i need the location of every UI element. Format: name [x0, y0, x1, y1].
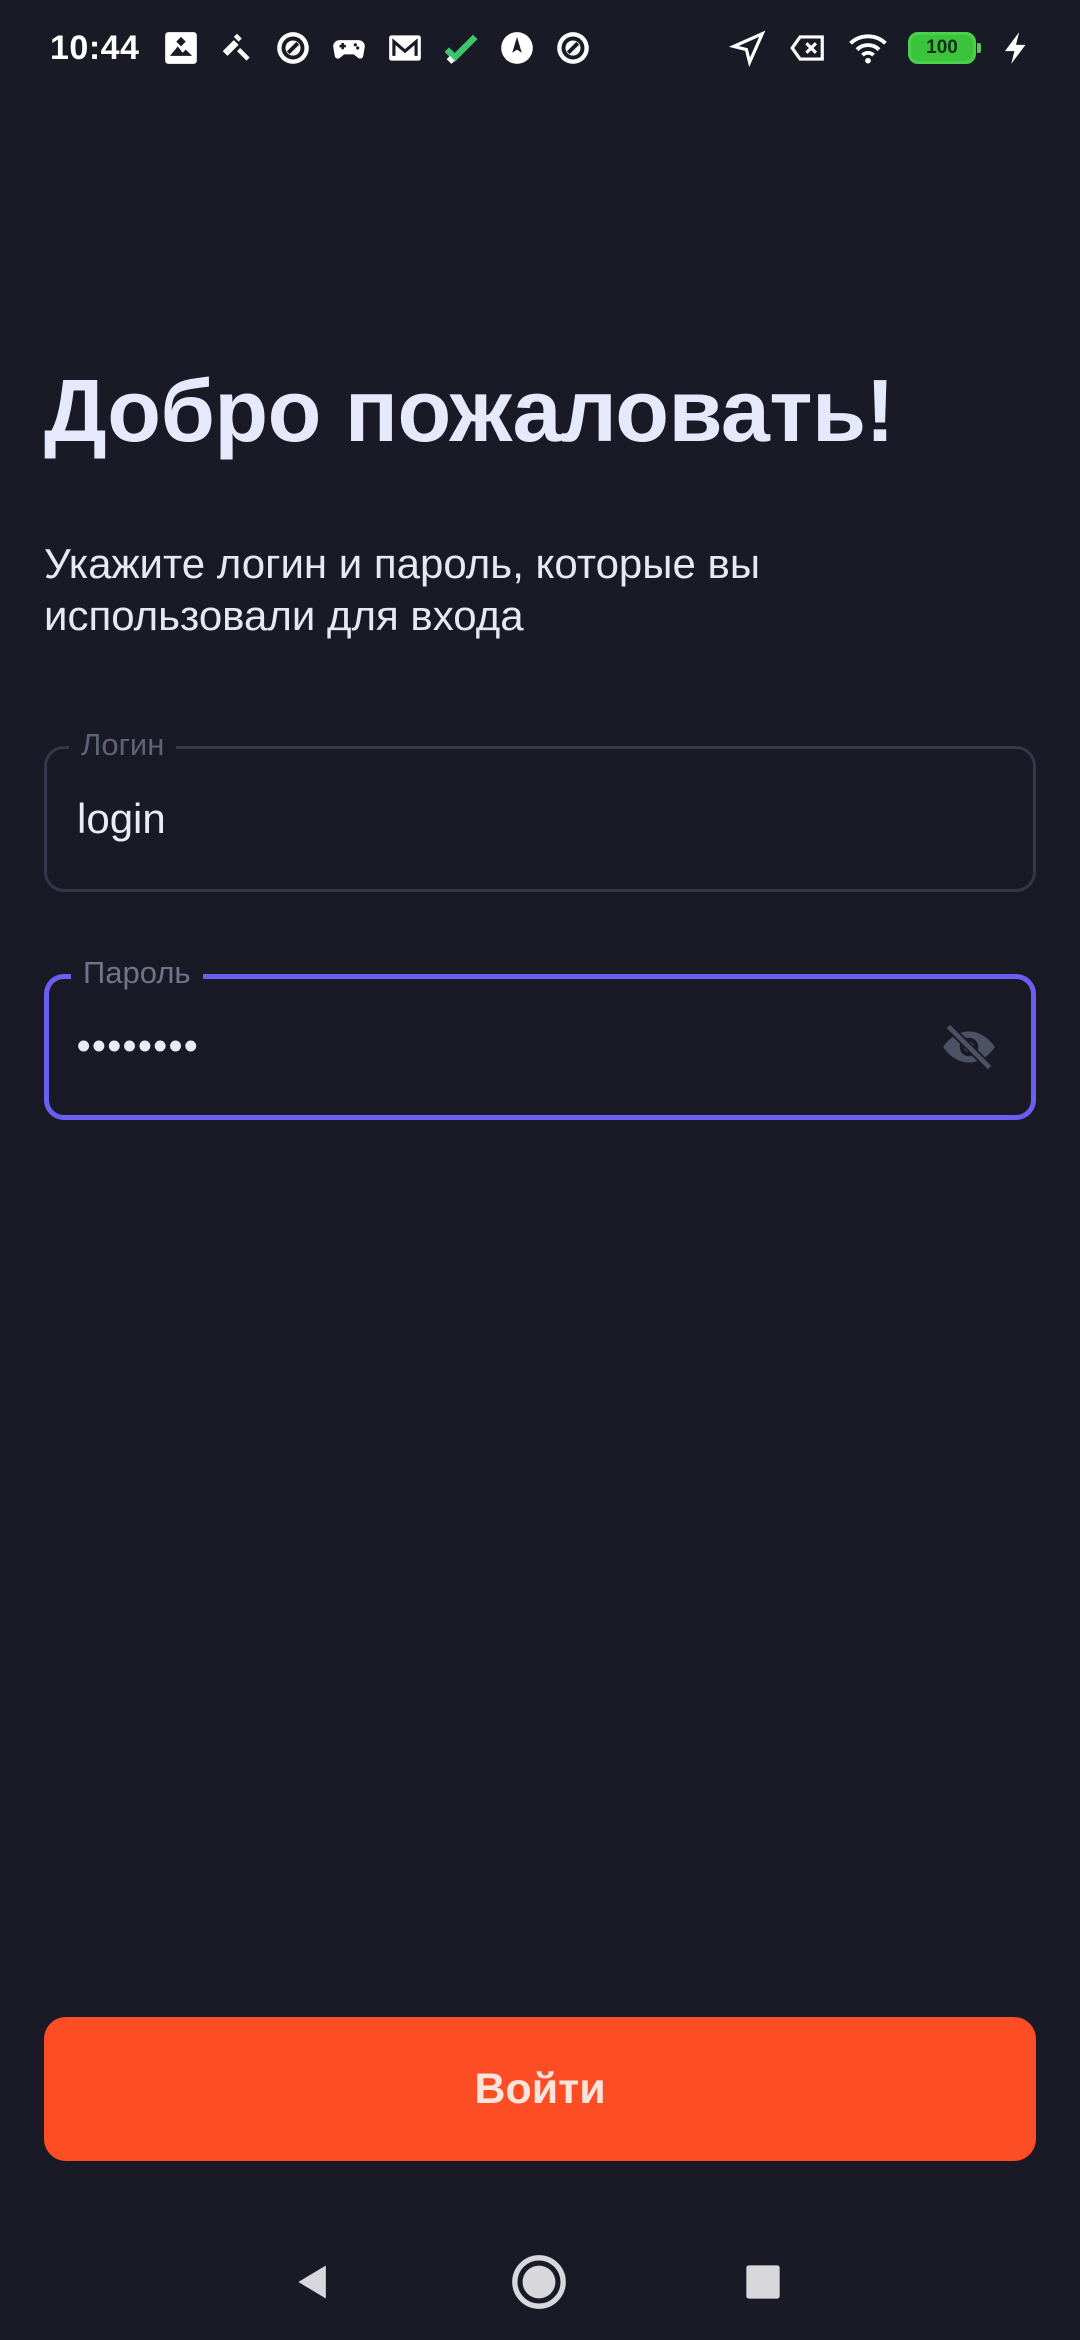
- login-input[interactable]: login: [77, 795, 166, 843]
- eye-off-icon[interactable]: [937, 1015, 1001, 1079]
- status-bar: 10:44 100: [0, 0, 1080, 96]
- back-triangle-icon[interactable]: [283, 2252, 343, 2312]
- login-field-label: Логин: [69, 727, 177, 763]
- page-title: Добро пожаловать!: [44, 361, 895, 460]
- page-subtitle: Укажите логин и пароль, которые вы испол…: [44, 540, 761, 639]
- location-arrow-icon: [728, 28, 768, 68]
- at-sign-icon: [553, 28, 593, 68]
- mail-icon: [385, 28, 425, 68]
- password-input[interactable]: ••••••••: [77, 1026, 199, 1069]
- password-field[interactable]: Пароль ••••••••: [44, 955, 1036, 1120]
- image-icon: [161, 28, 201, 68]
- check-icon: [441, 28, 481, 68]
- status-time: 10:44: [50, 28, 140, 67]
- login-field[interactable]: Логин login: [44, 727, 1036, 892]
- wifi-icon: [848, 28, 888, 68]
- login-screen: 10:44 100 Добро пожаловать! Укажите логи…: [0, 0, 1080, 2340]
- password-field-label: Пароль: [71, 955, 203, 991]
- battery-icon: 100: [908, 32, 981, 64]
- login-button[interactable]: Войти: [44, 2017, 1036, 2161]
- home-circle-icon[interactable]: [509, 2252, 569, 2312]
- recents-square-icon[interactable]: [733, 2252, 793, 2312]
- battery-level: 100: [926, 37, 958, 58]
- charging-bolt-icon: [996, 28, 1036, 68]
- at-sign-icon: [273, 28, 313, 68]
- compass-icon: [497, 28, 537, 68]
- tool-icon: [217, 28, 257, 68]
- status-bar-left: 10:44: [50, 28, 593, 68]
- sim-x-icon: [788, 28, 828, 68]
- status-bar-right: 100: [728, 28, 1036, 68]
- gamepad-icon: [329, 28, 369, 68]
